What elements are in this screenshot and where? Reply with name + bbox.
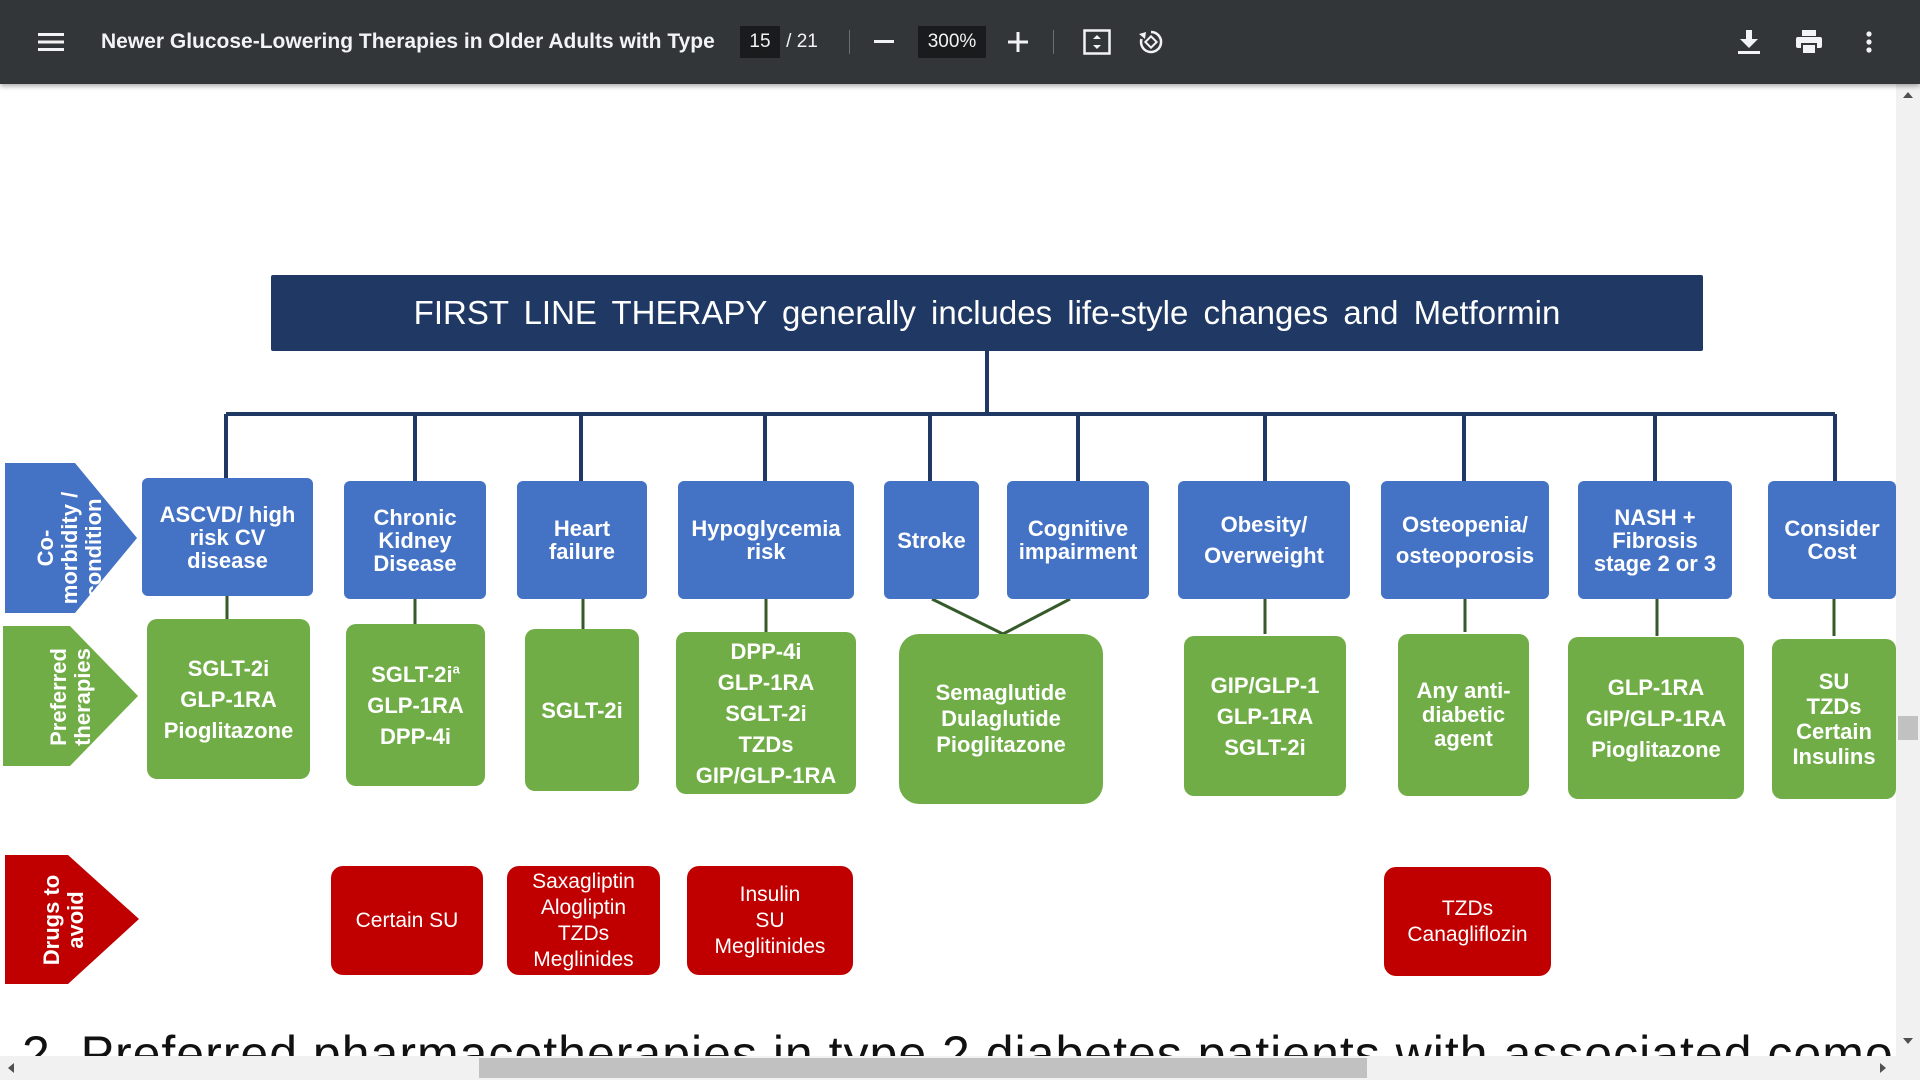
scroll-down-icon[interactable] [1903, 1038, 1913, 1044]
connector-line [1002, 597, 1071, 636]
condition-cognitive: Cognitive impairment [1007, 481, 1149, 599]
more-vert-icon [1866, 31, 1872, 53]
preferred-nash: GLP-1RA GIP/GLP-1RA Pioglitazone [1568, 637, 1744, 799]
pdf-toolbar: Newer Glucose-Lowering Therapies in Olde… [0, 0, 1920, 84]
fit-to-page-button[interactable] [1074, 0, 1120, 84]
toolbar-divider [849, 30, 850, 54]
rotate-button[interactable] [1128, 0, 1174, 84]
vertical-scrollbar[interactable] [1896, 84, 1920, 1056]
download-icon [1738, 30, 1760, 54]
rotate-icon [1137, 28, 1165, 56]
minus-icon [874, 40, 894, 44]
zoom-out-button[interactable] [862, 0, 906, 84]
row-label-avoid: Drugs to avoid [39, 874, 88, 966]
menu-button[interactable] [26, 0, 76, 84]
horizontal-scrollbar-thumb[interactable] [479, 1058, 1367, 1078]
preferred-heart-failure: SGLT-2i [525, 629, 639, 791]
preferred-osteopenia: Any anti- diabetic agent [1398, 634, 1529, 796]
preferred-obesity: GIP/GLP-1 GLP-1RA SGLT-2i [1184, 636, 1346, 796]
zoom-level-input[interactable] [918, 26, 986, 58]
scroll-right-icon[interactable] [1880, 1063, 1886, 1073]
section-heading: 2. Preferred pharmacotherapies in type 2… [22, 1026, 1896, 1056]
page-number-input[interactable] [740, 26, 780, 58]
connector-line [931, 597, 1004, 636]
preferred-cost: SU TZDs Certain Insulins [1772, 639, 1896, 799]
vertical-scrollbar-thumb[interactable] [1898, 716, 1918, 740]
document-title: Newer Glucose-Lowering Therapies in Olde… [101, 30, 721, 53]
preferred-ascvd: SGLT-2i GLP-1RA Pioglitazone [147, 619, 310, 779]
download-button[interactable] [1724, 0, 1774, 84]
condition-heart-failure: Heart failure [517, 481, 647, 599]
avoid-ckd: Certain SU [331, 866, 483, 975]
menu-icon [38, 32, 64, 52]
condition-cost: Consider Cost [1768, 481, 1896, 599]
preferred-ckd: SGLT-2ia GLP-1RA DPP-4i [346, 624, 485, 786]
first-line-therapy-banner: FIRST LINE THERAPY generally includes li… [271, 275, 1703, 351]
preferred-hypoglycemia: DPP-4i GLP-1RA SGLT-2i TZDs GIP/GLP-1RA [676, 632, 856, 794]
condition-hypoglycemia: Hypoglycemia risk [678, 481, 854, 599]
condition-ascvd: ASCVD/ high risk CV disease [142, 478, 313, 596]
avoid-osteopenia: TZDs Canagliflozin [1384, 867, 1551, 976]
condition-nash: NASH + Fibrosis stage 2 or 3 [1578, 481, 1732, 599]
row-label-comorbidity: Co- morbidity / condition [33, 491, 106, 605]
print-icon [1796, 30, 1822, 54]
condition-obesity: Obesity/ Overweight [1178, 481, 1350, 599]
condition-stroke: Stroke [884, 481, 979, 599]
zoom-in-button[interactable] [996, 0, 1040, 84]
more-options-button[interactable] [1844, 0, 1894, 84]
page-total: / 21 [786, 31, 818, 52]
condition-ckd: Chronic Kidney Disease [344, 481, 486, 599]
avoid-hypoglycemia: Insulin SU Meglitinides [687, 866, 853, 975]
scroll-up-icon[interactable] [1903, 92, 1913, 98]
plus-icon [1008, 32, 1028, 52]
fit-page-icon [1083, 29, 1111, 55]
document-viewport[interactable]: Co- morbidity / condition Preferred ther… [0, 84, 1896, 1056]
row-label-preferred: Preferred therapies [46, 648, 95, 746]
avoid-heart-failure: Saxagliptin Alogliptin TZDs Meglinides [507, 866, 660, 975]
preferred-ckd-sglt2: SGLT-2ia [371, 661, 460, 687]
preferred-stroke-cognitive: Semaglutide Dulaglutide Pioglitazone [899, 634, 1103, 804]
condition-osteopenia: Osteopenia/ osteoporosis [1381, 481, 1549, 599]
scroll-left-icon[interactable] [8, 1063, 14, 1073]
print-button[interactable] [1784, 0, 1834, 84]
toolbar-divider [1053, 30, 1054, 54]
preferred-ckd-others: GLP-1RA DPP-4i [367, 692, 464, 749]
